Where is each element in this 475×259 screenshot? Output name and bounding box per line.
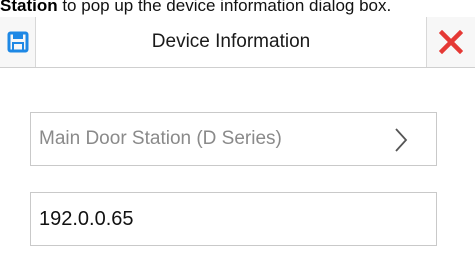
- ip-address-input[interactable]: [39, 207, 419, 231]
- device-type-selector[interactable]: Main Door Station (D Series): [30, 112, 437, 166]
- caption-text: to pop up the device information dialog …: [57, 0, 392, 15]
- instruction-caption: Station to pop up the device information…: [0, 0, 391, 17]
- device-type-value: Main Door Station (D Series): [39, 128, 282, 149]
- save-button[interactable]: [0, 17, 36, 67]
- dialog-title: Device Information: [36, 17, 426, 67]
- chevron-right-icon: [395, 128, 408, 152]
- floppy-disk-icon: [7, 31, 28, 53]
- caption-bold-text: Station: [0, 0, 58, 15]
- header-divider: [0, 67, 475, 68]
- ip-address-field[interactable]: [30, 192, 437, 246]
- close-x-icon: [439, 30, 463, 54]
- page: Station to pop up the device information…: [0, 0, 475, 259]
- close-button[interactable]: [426, 17, 475, 67]
- dialog-header: Device Information: [0, 17, 475, 67]
